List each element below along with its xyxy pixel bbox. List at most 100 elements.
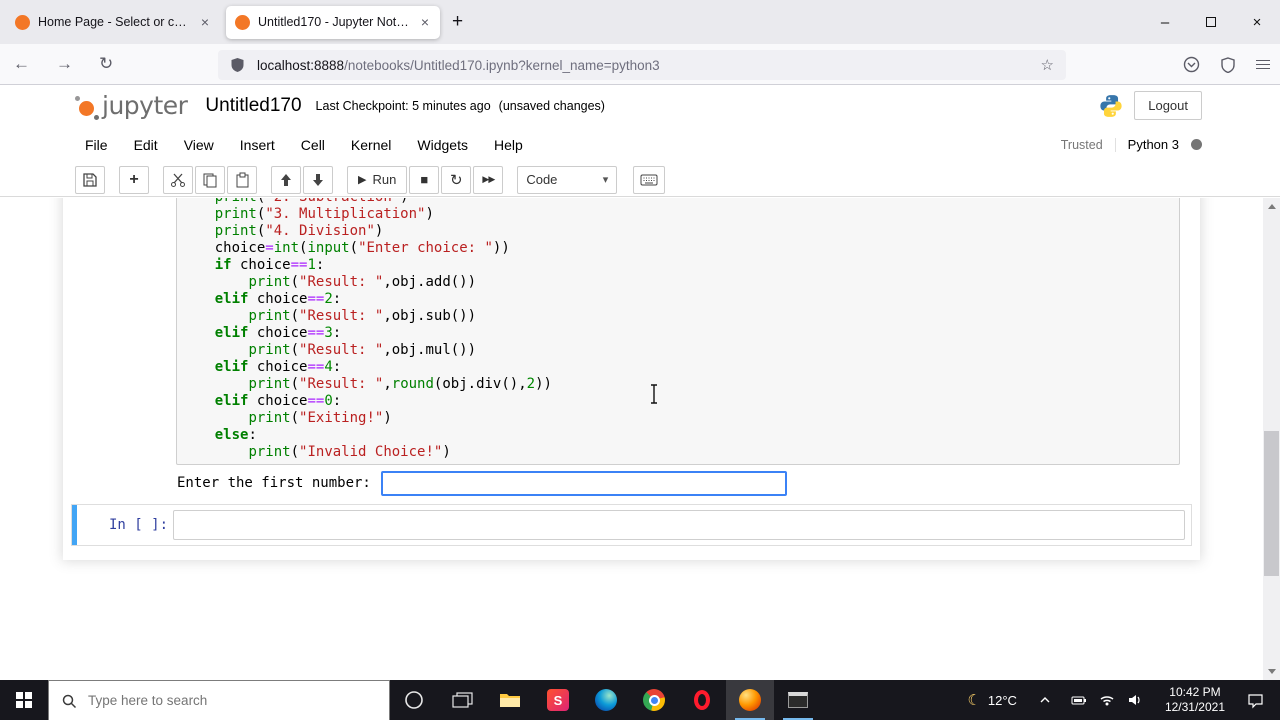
selected-cell-bar bbox=[72, 505, 77, 545]
s-app-icon: S bbox=[547, 689, 569, 711]
copy-cell-button[interactable] bbox=[195, 165, 225, 194]
menu-hamburger-icon[interactable] bbox=[1256, 57, 1270, 72]
add-cell-button[interactable]: + bbox=[119, 165, 149, 194]
terminal-button[interactable] bbox=[774, 680, 822, 720]
tab-close-icon[interactable]: × bbox=[199, 14, 211, 30]
tab-untitled170[interactable]: Untitled170 - Jupyter Notebook × bbox=[226, 5, 440, 39]
menu-file[interactable]: File bbox=[72, 137, 121, 153]
fast-forward-icon: ▶▶ bbox=[482, 174, 495, 184]
notebook-title[interactable]: Untitled170 bbox=[205, 95, 301, 117]
menu-widgets[interactable]: Widgets bbox=[404, 137, 481, 153]
taskbar-clock[interactable]: 10:42 PM 12/31/2021 bbox=[1153, 685, 1237, 715]
interrupt-kernel-button[interactable]: ■ bbox=[409, 165, 440, 194]
cell-type-dropdown[interactable]: Code ▾ bbox=[517, 165, 618, 194]
search-input[interactable] bbox=[88, 693, 348, 708]
scroll-up-arrow-icon[interactable] bbox=[1263, 198, 1280, 215]
back-icon[interactable]: ← bbox=[0, 54, 43, 74]
menu-help[interactable]: Help bbox=[481, 137, 536, 153]
restart-kernel-button[interactable]: ↻ bbox=[441, 165, 472, 194]
volume-icon[interactable] bbox=[1127, 692, 1143, 708]
edge-button[interactable] bbox=[582, 680, 630, 720]
firefox-button[interactable] bbox=[726, 680, 774, 720]
empty-cell-editor[interactable] bbox=[173, 510, 1185, 540]
checkpoint-status: Last Checkpoint: 5 minutes ago bbox=[315, 98, 491, 113]
arrow-down-icon bbox=[313, 173, 323, 186]
paste-icon bbox=[236, 172, 249, 187]
system-tray: ☾ 12°C 10:42 PM 12/31/2021 bbox=[955, 680, 1280, 720]
url-text: localhost:8888/notebooks/Untitled170.ipy… bbox=[257, 58, 660, 73]
plus-icon: + bbox=[129, 170, 139, 188]
chevron-down-icon: ▾ bbox=[602, 174, 609, 186]
new-tab-button[interactable]: + bbox=[440, 11, 475, 33]
python-logo-icon bbox=[1098, 93, 1124, 124]
restart-run-all-button[interactable]: ▶▶ bbox=[473, 165, 504, 194]
stop-icon: ■ bbox=[420, 172, 429, 187]
url-path: /notebooks/Untitled170.ipynb?kernel_name… bbox=[344, 57, 660, 73]
close-button[interactable]: × bbox=[1234, 0, 1280, 44]
save-button[interactable] bbox=[75, 165, 105, 194]
tab-close-icon[interactable]: × bbox=[419, 14, 431, 30]
action-center-button[interactable] bbox=[1237, 692, 1274, 709]
code-lines: print("2. Subtraction") print("3. Multip… bbox=[181, 198, 552, 460]
move-cell-up-button[interactable] bbox=[271, 165, 301, 194]
reload-icon[interactable]: ↻ bbox=[86, 54, 126, 74]
jupyter-logo[interactable]: jupyter bbox=[75, 91, 188, 120]
code-cell-editor[interactable]: print("2. Subtraction") print("3. Multip… bbox=[176, 198, 1180, 465]
weather-temperature: 12°C bbox=[987, 692, 1017, 708]
run-button[interactable]: ▶ Run bbox=[347, 165, 408, 194]
jupyter-header: jupyter Untitled170 Last Checkpoint: 5 m… bbox=[0, 85, 1280, 126]
forward-icon[interactable]: → bbox=[43, 54, 86, 74]
stdin-input[interactable] bbox=[380, 470, 787, 496]
tray-expand-button[interactable] bbox=[1029, 694, 1061, 706]
restart-icon: ↻ bbox=[450, 171, 463, 189]
maximize-icon bbox=[1206, 17, 1216, 27]
terminal-icon bbox=[788, 692, 808, 708]
tab-home-page[interactable]: Home Page - Select or create a × bbox=[6, 6, 220, 39]
jupyter-toolbar: + ▶ Run ■ ↻ ▶▶ Code ▾ bbox=[0, 163, 1280, 197]
menu-insert[interactable]: Insert bbox=[227, 137, 288, 153]
empty-code-cell[interactable]: In [ ]: bbox=[71, 504, 1192, 546]
jupyter-logo-text: jupyter bbox=[102, 91, 188, 120]
opera-button[interactable] bbox=[678, 680, 726, 720]
shield-icon[interactable] bbox=[230, 57, 245, 73]
weather-widget[interactable]: ☾ 12°C bbox=[955, 691, 1029, 709]
menu-cell[interactable]: Cell bbox=[288, 137, 338, 153]
url-bar[interactable]: localhost:8888/notebooks/Untitled170.ipy… bbox=[218, 50, 1066, 80]
minimize-button[interactable]: – bbox=[1142, 0, 1188, 44]
shield-protection-icon[interactable] bbox=[1220, 56, 1236, 73]
menu-kernel[interactable]: Kernel bbox=[338, 137, 404, 153]
bookmark-star-icon[interactable]: ☆ bbox=[1041, 56, 1054, 74]
jupyter-logo-icon bbox=[75, 94, 99, 120]
cortana-button[interactable] bbox=[390, 680, 438, 720]
jupyter-favicon-icon bbox=[15, 14, 30, 30]
start-button[interactable] bbox=[0, 680, 48, 720]
pocket-icon[interactable] bbox=[1183, 56, 1200, 73]
file-explorer-button[interactable] bbox=[486, 680, 534, 720]
task-view-icon bbox=[451, 691, 473, 708]
taskbar-search-box[interactable] bbox=[48, 680, 390, 720]
chrome-icon bbox=[643, 689, 665, 711]
trusted-badge[interactable]: Trusted bbox=[1061, 137, 1116, 152]
wifi-icon[interactable] bbox=[1099, 692, 1115, 708]
chrome-button[interactable] bbox=[630, 680, 678, 720]
windows-logo-icon bbox=[16, 692, 32, 708]
menu-view[interactable]: View bbox=[171, 137, 227, 153]
maximize-button[interactable] bbox=[1188, 0, 1234, 44]
move-cell-down-button[interactable] bbox=[303, 165, 333, 194]
scrollbar-thumb[interactable] bbox=[1264, 431, 1279, 576]
task-view-button[interactable] bbox=[438, 680, 486, 720]
window-controls: – × bbox=[1142, 0, 1280, 44]
logout-button[interactable]: Logout bbox=[1134, 91, 1202, 120]
battery-icon[interactable] bbox=[1071, 692, 1087, 708]
keyboard-icon bbox=[640, 174, 658, 185]
notebook-scroll-area: print("2. Subtraction") print("3. Multip… bbox=[0, 198, 1280, 680]
nav-right-icons bbox=[1183, 44, 1270, 85]
command-palette-button[interactable] bbox=[633, 165, 666, 194]
arrow-up-icon bbox=[281, 173, 291, 186]
paste-cell-button[interactable] bbox=[227, 165, 257, 194]
menu-edit[interactable]: Edit bbox=[121, 137, 171, 153]
vertical-scrollbar[interactable] bbox=[1263, 198, 1280, 680]
cut-cell-button[interactable] bbox=[163, 165, 193, 194]
scroll-down-arrow-icon[interactable] bbox=[1263, 663, 1280, 680]
s-app-button[interactable]: S bbox=[534, 680, 582, 720]
